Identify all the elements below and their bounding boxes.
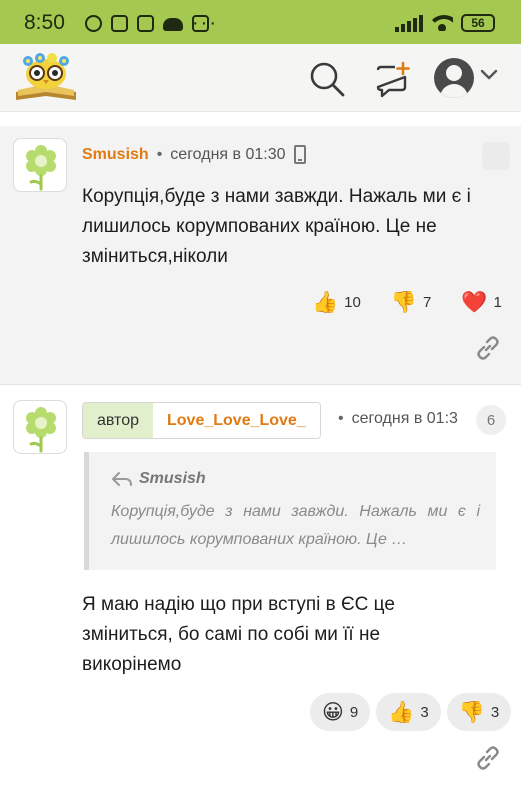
comment-text: Я маю надію що при вступі в ЄС це змінит… xyxy=(82,594,395,675)
owl-book-logo-icon[interactable] xyxy=(14,52,78,104)
reaction-count: 9 xyxy=(349,703,359,721)
comment-time[interactable]: сегодня в 01:30 xyxy=(170,146,285,164)
reaction-grinning[interactable]: 😀 9 xyxy=(310,693,371,731)
status-time: 8:50 xyxy=(24,11,65,34)
alarm-icon xyxy=(85,15,102,32)
quote-header: Smusish xyxy=(111,470,480,488)
quote-author: Smusish xyxy=(139,470,206,487)
mobile-phone-icon xyxy=(293,145,306,164)
comment-meta: Smusish • сегодня в 01:30 xyxy=(82,145,306,164)
heart-icon: ❤️ xyxy=(461,290,488,314)
app-header xyxy=(0,44,521,112)
reaction-thumbs-down[interactable]: 👎 3 xyxy=(446,693,512,731)
spacer xyxy=(0,112,521,126)
status-system-icons: 56 xyxy=(395,14,495,32)
author-badge: автор Love_Love_Love_ xyxy=(82,402,321,439)
thumbs-up-icon: 👍 xyxy=(388,700,415,724)
flower-avatar-icon xyxy=(26,145,56,191)
thumbs-up-icon: 👍 xyxy=(312,290,339,314)
reaction-count: 1 xyxy=(493,293,502,311)
reactions-bar: 👍 10 👎 7 ❤️ 1 xyxy=(300,283,514,321)
comment-text: Корупція,буде з нами завжди. Нажаль ми є… xyxy=(82,186,471,267)
status-notification-icons xyxy=(85,15,209,32)
wifi-icon xyxy=(431,15,453,31)
link-icon[interactable] xyxy=(475,745,501,771)
reaction-count: 3 xyxy=(420,703,429,721)
reaction-count: 7 xyxy=(423,293,432,311)
reaction-thumbs-down[interactable]: 👎 7 xyxy=(378,283,444,321)
flower-avatar-icon xyxy=(26,407,56,453)
quoted-comment[interactable]: Smusish Корупція,буде з нами завжди. Наж… xyxy=(84,452,496,570)
comment-divider xyxy=(0,384,521,392)
grinning-face-icon: 😀 xyxy=(322,700,344,724)
link-icon[interactable] xyxy=(475,335,501,361)
ad-icon xyxy=(137,15,154,32)
quote-text: Корупція,буде з нами завжди. Нажаль ми є… xyxy=(111,503,480,548)
nfc-icon xyxy=(111,15,128,32)
thumbs-down-icon: 👎 xyxy=(390,290,417,314)
comment-options-button[interactable] xyxy=(482,142,510,170)
cloud-icon xyxy=(163,18,183,31)
signal-icon xyxy=(395,14,423,32)
commenter-avatar[interactable] xyxy=(13,400,67,454)
new-comment-plus-icon[interactable] xyxy=(373,61,411,99)
more-notifications-icon: ··· xyxy=(192,12,218,34)
chevron-down-icon[interactable] xyxy=(480,68,498,82)
comment-card: Smusish • сегодня в 01:30 Корупція,буде … xyxy=(0,126,521,384)
comment-time[interactable]: сегодня в 01:3 xyxy=(352,410,458,428)
commenter-avatar[interactable] xyxy=(13,138,67,192)
thumbs-down-icon: 👎 xyxy=(458,700,485,724)
author-role-label: автор xyxy=(83,403,153,438)
reply-arrow-icon xyxy=(112,472,132,486)
reaction-heart[interactable]: ❤️ 1 xyxy=(449,283,514,321)
comment-author[interactable]: Smusish xyxy=(82,146,149,164)
search-icon[interactable] xyxy=(308,60,346,98)
comment-meta: • сегодня в 01:3 xyxy=(338,410,458,428)
reaction-count: 10 xyxy=(344,293,361,311)
reactions-bar: 😀 9 👍 3 👎 3 xyxy=(310,693,512,731)
battery-icon: 56 xyxy=(461,14,495,32)
reaction-thumbs-up[interactable]: 👍 10 xyxy=(300,283,373,321)
user-avatar-icon[interactable] xyxy=(434,58,474,98)
comment-author[interactable]: Love_Love_Love_ xyxy=(153,403,320,438)
comment-card: автор Love_Love_Love_ • сегодня в 01:3 6… xyxy=(0,392,521,800)
reaction-count: 3 xyxy=(490,703,500,721)
reaction-thumbs-up[interactable]: 👍 3 xyxy=(376,693,441,731)
status-bar: 8:50 ··· 56 xyxy=(0,0,521,44)
reply-number-badge[interactable]: 6 xyxy=(476,405,506,435)
